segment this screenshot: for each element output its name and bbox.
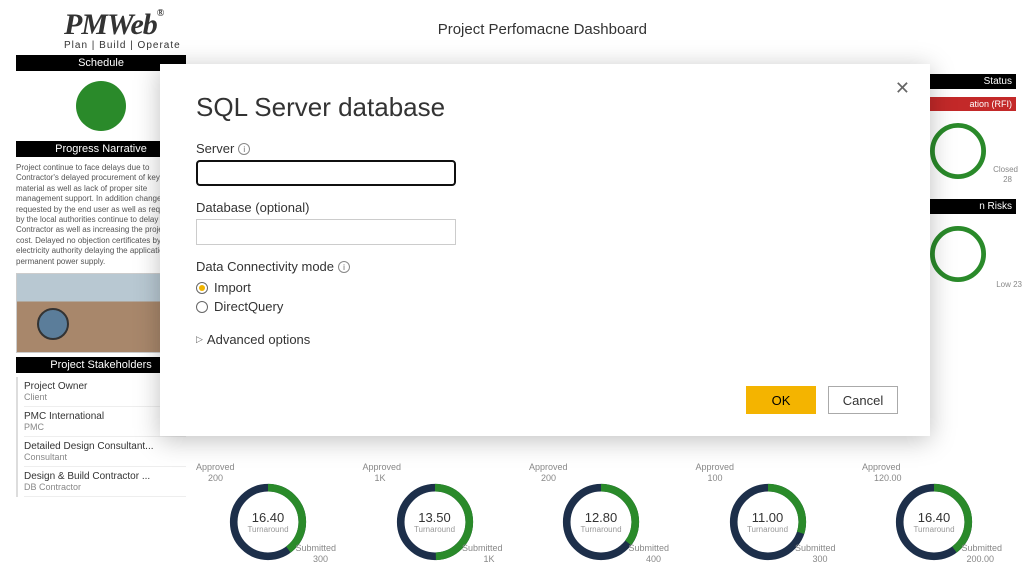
schedule-status-circle xyxy=(76,81,126,131)
dialog-title: SQL Server database xyxy=(196,92,894,123)
gauge: Approved 1K 13.50Turnaround Submitted 1K xyxy=(357,462,517,567)
rfi-header: ation (RFI) xyxy=(926,97,1016,111)
gauge: Approved 120.00 16.40Turnaround Submitte… xyxy=(856,462,1016,567)
ok-button[interactable]: OK xyxy=(746,386,816,414)
header: PMWeb® Plan | Build | Operate Project Pe… xyxy=(0,0,1024,55)
gauge: Approved 200 12.80Turnaround Submitted 4… xyxy=(523,462,683,567)
rfi-gauge: Closed 28 xyxy=(926,119,1016,191)
info-icon[interactable]: i xyxy=(238,143,250,155)
gauge: Approved 100 11.00Turnaround Submitted 3… xyxy=(690,462,850,567)
cancel-button[interactable]: Cancel xyxy=(828,386,898,414)
chevron-right-icon: ▷ xyxy=(196,334,203,345)
sql-server-dialog: ✕ SQL Server database Server i Database … xyxy=(160,64,930,436)
risks-header: n Risks xyxy=(926,199,1016,214)
radio-icon xyxy=(196,282,208,294)
server-input[interactable] xyxy=(196,160,456,186)
page-title: Project Perfomacne Dashboard xyxy=(61,21,1024,38)
radio-icon xyxy=(196,301,208,313)
risks-gauge: Low 23 xyxy=(926,222,1016,294)
list-item[interactable]: Detailed Design Consultant... Consultant xyxy=(24,437,186,467)
right-sidebar: Status ation (RFI) Closed 28 n Risks Low… xyxy=(926,74,1016,294)
info-icon[interactable]: i xyxy=(338,261,350,273)
advanced-options-toggle[interactable]: ▷ Advanced options xyxy=(196,332,894,347)
database-input[interactable] xyxy=(196,219,456,245)
radio-import[interactable]: Import xyxy=(196,280,894,295)
logo-tagline: Plan | Build | Operate xyxy=(64,40,181,51)
gauge: Approved 200 16.40Turnaround Submitted 3… xyxy=(190,462,350,567)
gauges-row: Approved 200 16.40Turnaround Submitted 3… xyxy=(190,462,1016,567)
server-label: Server xyxy=(196,141,234,156)
close-icon[interactable]: ✕ xyxy=(895,78,910,99)
list-item[interactable]: Design & Build Contractor ... DB Contrac… xyxy=(24,467,186,497)
database-label: Database (optional) xyxy=(196,200,309,215)
radio-directquery[interactable]: DirectQuery xyxy=(196,299,894,314)
status-header: Status xyxy=(926,74,1016,89)
connectivity-label: Data Connectivity mode xyxy=(196,259,334,274)
